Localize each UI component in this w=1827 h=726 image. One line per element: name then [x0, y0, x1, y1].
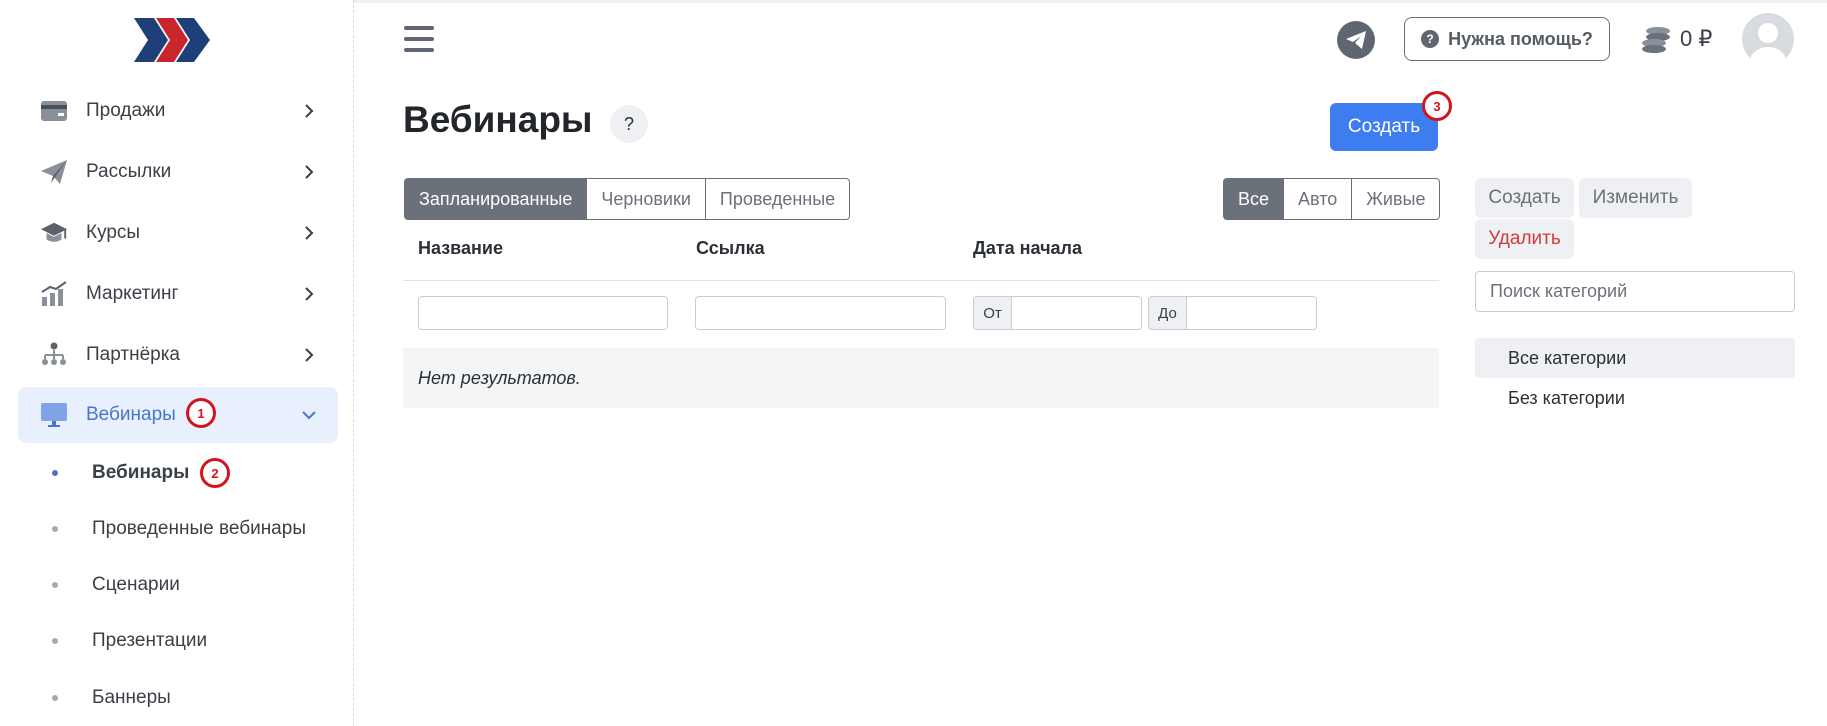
bullet-dot [52, 526, 58, 532]
sidebar-subitem-label: Баннеры [92, 687, 171, 708]
sidebar-item-label: Продажи [86, 100, 166, 121]
date-to-label: До [1148, 296, 1187, 330]
tab-auto[interactable]: Авто [1283, 178, 1353, 220]
sidebar-item-label: Рассылки [86, 161, 172, 182]
sidebar-item-label: Партнёрка [86, 344, 180, 365]
sidebar-subitem-presentations[interactable]: Презентации [52, 628, 207, 654]
tab-scheduled[interactable]: Запланированные [404, 178, 588, 220]
tab-live[interactable]: Живые [1351, 178, 1441, 220]
sidebar-item-mailings[interactable]: Рассылки [18, 144, 338, 200]
category-item-all[interactable]: Все категории [1475, 338, 1795, 378]
hamburger-menu-icon[interactable] [404, 26, 434, 52]
column-header-link[interactable]: Ссылка [696, 238, 765, 259]
delete-category-button[interactable]: Удалить [1475, 219, 1574, 259]
sidebar-subitem-past-webinars[interactable]: Проведенные вебинары [52, 516, 306, 542]
date-from-label: От [973, 296, 1012, 330]
annotation-badge: 1 [186, 398, 216, 428]
help-label: Нужна помощь? [1448, 28, 1593, 49]
sidebar-subitem-label: Вебинары [92, 462, 190, 483]
chevron-right-icon [305, 165, 314, 179]
network-people-icon [40, 341, 68, 369]
type-tabs: Все Авто Живые [1223, 178, 1441, 220]
sidebar-subitem-label: Презентации [92, 630, 208, 651]
filter-name-input[interactable] [418, 296, 668, 330]
edit-category-button[interactable]: Изменить [1579, 178, 1692, 218]
empty-results-text: Нет результатов. [418, 368, 581, 388]
paper-plane-icon [40, 158, 68, 186]
sidebar-subitem-scenarios[interactable]: Сценарии [52, 572, 180, 598]
chevron-right-icon [305, 287, 314, 301]
tab-completed[interactable]: Проведенные [704, 178, 851, 220]
coins-icon [1642, 27, 1670, 53]
page-title: Вебинары [403, 99, 593, 140]
bullet-dot [52, 470, 58, 476]
annotation-badge: 2 [200, 458, 230, 488]
question-circle-icon: ? [1421, 30, 1440, 48]
balance: 0 ₽ [1680, 26, 1713, 51]
filter-link-input[interactable] [695, 296, 946, 330]
category-item-uncategorized[interactable]: Без категории [1475, 378, 1795, 418]
column-header-start-date[interactable]: Дата начала [973, 238, 1082, 259]
sidebar-item-label: Маркетинг [86, 283, 179, 304]
table-header-divider [403, 280, 1439, 281]
sidebar-item-label: Курсы [86, 222, 141, 243]
sidebar-subitem-banners[interactable]: Баннеры [52, 685, 171, 711]
create-category-button[interactable]: Создать [1475, 178, 1574, 218]
sidebar-subitem-label: Проведенные вебинары [92, 518, 306, 539]
column-header-name[interactable]: Название [418, 238, 503, 259]
avatar[interactable] [1742, 13, 1794, 65]
bullet-dot [52, 638, 58, 644]
tab-all[interactable]: Все [1223, 178, 1285, 220]
credit-card-icon [40, 97, 68, 125]
chart-growth-icon [40, 280, 68, 308]
help-button[interactable]: ? Нужна помощь? [1404, 17, 1610, 61]
chevron-right-icon [305, 104, 314, 118]
date-to-input[interactable] [1186, 296, 1317, 330]
status-tabs: Запланированные Черновики Проведенные [404, 178, 851, 220]
graduation-cap-icon [40, 219, 68, 247]
chevron-right-icon [305, 226, 314, 240]
sidebar-subitem-webinars[interactable]: Вебинары [52, 460, 189, 486]
sidebar-item-partners[interactable]: Партнёрка [18, 327, 338, 383]
sidebar-subitem-label: Сценарии [92, 574, 180, 595]
sidebar-item-webinars[interactable]: Вебинары [18, 387, 338, 443]
telegram-icon[interactable] [1337, 21, 1375, 59]
chevron-right-icon [305, 348, 314, 362]
sidebar-item-marketing[interactable]: Маркетинг [18, 266, 338, 322]
category-search-input[interactable] [1475, 271, 1795, 312]
annotation-badge: 3 [1422, 91, 1452, 121]
sidebar-item-sales[interactable]: Продажи [18, 83, 338, 139]
monitor-icon [40, 401, 68, 429]
sidebar: Продажи Рассылки Курсы Маркетинг Партнёр… [0, 0, 354, 726]
empty-results-row: Нет результатов. [403, 348, 1439, 408]
logo [134, 18, 210, 62]
bullet-dot [52, 582, 58, 588]
chevron-down-icon [302, 411, 316, 420]
sidebar-item-courses[interactable]: Курсы [18, 205, 338, 261]
date-from-input[interactable] [1011, 296, 1142, 330]
bullet-dot [52, 695, 58, 701]
tab-drafts[interactable]: Черновики [586, 178, 706, 220]
help-question-button[interactable]: ? [610, 105, 648, 143]
sidebar-item-label: Вебинары [86, 404, 176, 425]
